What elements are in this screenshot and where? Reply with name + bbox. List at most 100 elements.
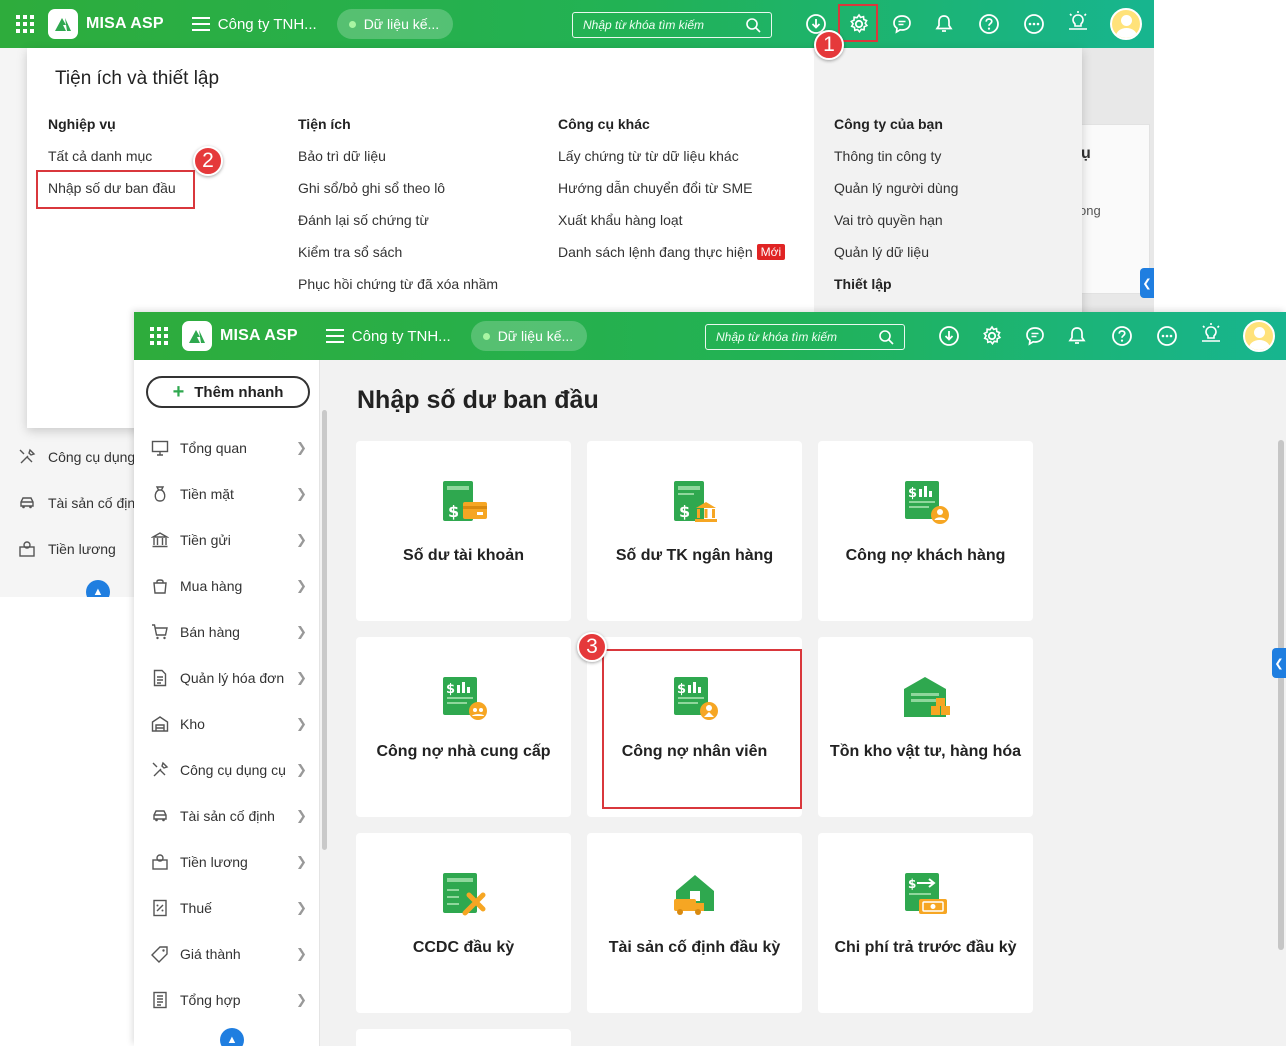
back-sidebar-item-fixed-assets[interactable]: Tài sản cố định (18, 494, 143, 512)
scroll-up-icon[interactable]: ▲ (86, 580, 110, 597)
sidebar-item-cost-price[interactable]: Giá thành ❯ (150, 942, 307, 966)
chevron-right-icon: ❯ (296, 440, 307, 455)
sidebar-scrollbar[interactable] (322, 410, 327, 850)
status-dot-icon (348, 20, 356, 28)
misa-logo-icon (182, 321, 212, 351)
chat-icon[interactable] (890, 12, 914, 36)
download-icon[interactable] (937, 324, 961, 348)
background-card-text: ong (1079, 203, 1101, 218)
menu-item-import-other-data[interactable]: Lấy chứng từ từ dữ liệu khác (558, 148, 739, 164)
chevron-right-icon: ❯ (296, 762, 307, 777)
menu-icon[interactable] (191, 17, 210, 31)
menu-item-data-management[interactable]: Quản lý dữ liệu (834, 244, 929, 260)
help-icon[interactable] (1110, 324, 1134, 348)
sidebar-item-tax[interactable]: Thuế ❯ (150, 896, 307, 920)
search-input[interactable]: Nhập từ khóa tìm kiếm (572, 12, 772, 38)
card-customer-debt[interactable]: $ Công nợ khách hàng (818, 441, 1033, 621)
user-avatar[interactable] (1110, 8, 1142, 40)
payroll-icon (150, 852, 170, 872)
bank-balance-icon: $ (674, 481, 717, 522)
menu-item-data-maintenance[interactable]: Bảo trì dữ liệu (298, 148, 386, 164)
card-tools-opening[interactable]: CCDC đầu kỳ (356, 833, 571, 1013)
sidebar: + Thêm nhanh Tổng quan ❯ Tiền mặt ❯ Tiền gử… (134, 360, 320, 1046)
menu-item-bulk-export[interactable]: Xuất khẩu hàng loạt (558, 212, 683, 228)
sidebar-item-label: Giá thành (180, 946, 241, 962)
quick-add-button[interactable]: + Thêm nhanh (146, 376, 310, 408)
company-selector[interactable]: Công ty TNH... (218, 16, 317, 33)
sidebar-item-overview[interactable]: Tổng quan ❯ (150, 436, 307, 460)
step-badge-3: 3 (577, 632, 607, 662)
chevron-right-icon: ❯ (296, 716, 307, 731)
apps-grid-icon[interactable] (150, 327, 168, 345)
sidebar-item-tools[interactable]: Công cụ dụng cụ ❯ (150, 758, 307, 782)
data-selector[interactable]: Dữ liệu kế... (336, 9, 454, 39)
sidebar-item-label: Công cụ dụng cụ (180, 762, 286, 778)
sidebar-item-cash[interactable]: Tiền mặt ❯ (150, 482, 307, 506)
app-header: MISA ASP Công ty TNH... Dữ liệu kế... Nh… (0, 0, 1154, 48)
quick-add-label: Thêm nhanh (194, 383, 284, 401)
more-icon[interactable] (1155, 324, 1179, 348)
user-avatar[interactable] (1243, 320, 1275, 352)
money-bag-icon (150, 484, 170, 504)
back-sidebar-item-tools[interactable]: Công cụ dụng (18, 448, 135, 466)
card-partial[interactable] (356, 1029, 571, 1046)
card-fixed-asset-opening[interactable]: Tài sản cố định đầu kỳ (587, 833, 802, 1013)
shopping-bag-icon (150, 576, 170, 596)
search-icon[interactable] (878, 329, 894, 345)
panel-collapse-icon[interactable]: ❮ (1140, 268, 1154, 298)
column-heading-other-tools: Công cụ khác (558, 116, 650, 132)
search-placeholder: Nhập từ khóa tìm kiếm (583, 18, 704, 32)
apps-grid-icon[interactable] (16, 15, 34, 33)
sidebar-item-fixed-assets[interactable]: Tài sản cố định ❯ (150, 804, 307, 828)
settings-gear-icon[interactable] (980, 324, 1004, 348)
content-scrollbar[interactable] (1278, 440, 1284, 950)
sidebar-item-warehouse[interactable]: Kho ❯ (150, 712, 307, 736)
settings-panel-title: Tiện ích và thiết lập (55, 68, 220, 89)
new-badge: Mới (756, 244, 786, 260)
data-selector[interactable]: Dữ liệu kế... (470, 321, 588, 351)
menu-icon[interactable] (325, 329, 344, 343)
search-input[interactable]: Nhập từ khóa tìm kiếm (705, 324, 905, 350)
scroll-up-icon[interactable]: ▲ (220, 1028, 244, 1046)
menu-item-roles-permissions[interactable]: Vai trò quyền hạn (834, 212, 943, 228)
menu-item-renumber-vouchers[interactable]: Đánh lại số chứng từ (298, 212, 429, 228)
search-icon[interactable] (745, 17, 761, 33)
menu-item-batch-posting[interactable]: Ghi sổ/bỏ ghi sổ theo lô (298, 180, 445, 196)
card-supplier-debt[interactable]: $ Công nợ nhà cung cấp (356, 637, 571, 817)
chevron-right-icon: ❯ (296, 624, 307, 639)
supplier-debt-icon: $ (443, 677, 487, 720)
tools-icon (19, 448, 36, 464)
idea-lamp-icon[interactable] (1199, 322, 1223, 346)
sidebar-item-payroll[interactable]: Tiền lương ❯ (150, 850, 307, 874)
card-prepaid-expense[interactable]: $ Chi phí trả trước đầu kỳ (818, 833, 1033, 1013)
sidebar-item-summary[interactable]: Tổng hợp ❯ (150, 988, 307, 1012)
sidebar-item-invoices[interactable]: Quản lý hóa đơn ❯ (150, 666, 307, 690)
menu-item-all-categories[interactable]: Tất cả danh mục (48, 148, 152, 164)
card-account-balance[interactable]: $ Số dư tài khoản (356, 441, 571, 621)
menu-item-user-management[interactable]: Quản lý người dùng (834, 180, 958, 196)
search-placeholder: Nhập từ khóa tìm kiếm (716, 330, 837, 344)
sidebar-item-purchasing[interactable]: Mua hàng ❯ (150, 574, 307, 598)
chat-icon[interactable] (1023, 324, 1047, 348)
notification-bell-icon[interactable] (932, 12, 956, 36)
company-selector[interactable]: Công ty TNH... (352, 328, 451, 345)
help-icon[interactable] (977, 12, 1001, 36)
panel-collapse-icon[interactable]: ❮ (1272, 648, 1286, 678)
more-icon[interactable] (1022, 12, 1046, 36)
menu-item-check-books[interactable]: Kiểm tra sổ sách (298, 244, 402, 260)
idea-lamp-icon[interactable] (1066, 10, 1090, 34)
fixed-asset-icon (674, 875, 714, 915)
card-bank-balance[interactable]: $ Số dư TK ngân hàng (587, 441, 802, 621)
menu-item-restore-deleted[interactable]: Phục hồi chứng từ đã xóa nhầm (298, 276, 498, 292)
card-inventory[interactable]: Tồn kho vật tư, hàng hóa (818, 637, 1033, 817)
sidebar-item-deposits[interactable]: Tiền gửi ❯ (150, 528, 307, 552)
svg-text:$: $ (679, 502, 690, 521)
menu-item-company-info[interactable]: Thông tin công ty (834, 148, 941, 164)
notification-bell-icon[interactable] (1065, 324, 1089, 348)
menu-item-running-tasks[interactable]: Danh sách lệnh đang thực hiện Mới (558, 244, 786, 260)
svg-text:$: $ (446, 682, 455, 697)
sidebar-item-sales[interactable]: Bán hàng ❯ (150, 620, 307, 644)
menu-item-sme-conversion-guide[interactable]: Hướng dẫn chuyển đổi từ SME (558, 180, 752, 196)
back-sidebar-label: Tài sản cố định (48, 495, 143, 511)
back-sidebar-item-payroll[interactable]: Tiền lương (18, 540, 116, 558)
